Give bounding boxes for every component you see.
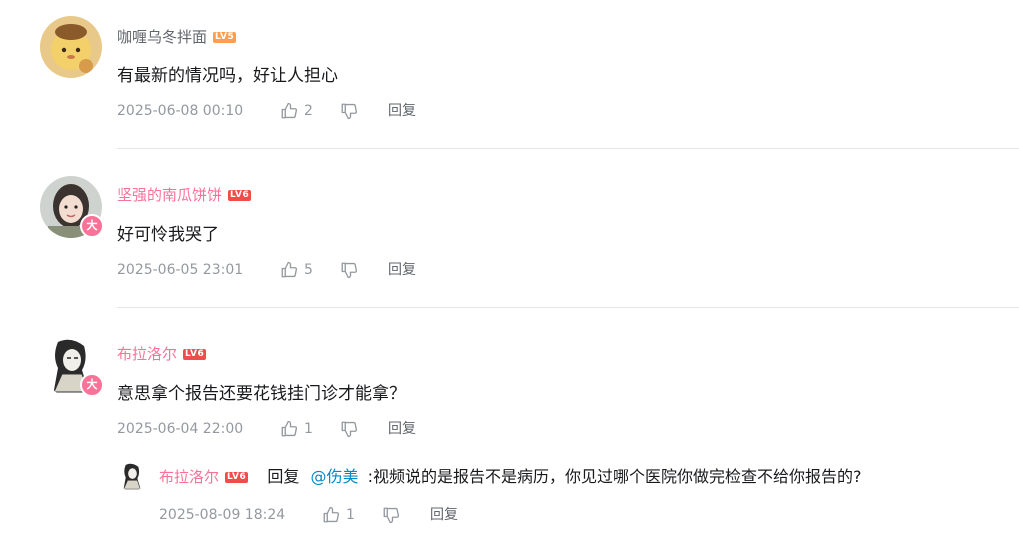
comment-content: 好可怜我哭了 [117,225,219,245]
like-button[interactable]: 1 [322,505,382,525]
avatar[interactable] [117,461,147,491]
like-icon [323,506,340,523]
vip-badge: 大 [80,373,104,397]
comment-meta: 2025-06-08 00:10 2 回复 [117,101,416,121]
reply-word: 回复 [267,467,300,486]
comment-time: 2025-06-05 23:01 [117,262,244,278]
dislike-icon [341,262,358,279]
dislike-icon [341,421,358,438]
reply-button[interactable]: 回复 [388,101,416,121]
comment-time: 2025-06-04 22:00 [117,421,244,437]
like-icon [281,420,298,437]
reply-button[interactable]: 回复 [388,260,416,280]
username-text[interactable]: 咖喱乌冬拌面 [117,28,207,46]
level-badge: LV5 [213,32,237,43]
username[interactable]: 坚强的南瓜饼饼 LV6 [117,185,252,205]
like-icon [281,261,298,278]
dislike-button[interactable] [340,261,388,279]
like-icon [281,102,298,119]
like-button[interactable]: 1 [280,419,340,439]
vip-badge: 大 [80,214,104,238]
level-badge: LV6 [183,349,207,360]
comment-content: 有最新的情况吗，好让人担心 [117,66,338,86]
mention-link[interactable]: @伤美 [310,467,358,486]
level-badge: LV6 [228,190,252,201]
comment-time: 2025-08-09 18:24 [159,507,286,523]
reply-button[interactable]: 回复 [388,419,416,439]
username-text[interactable]: 布拉洛尔 [117,345,177,363]
like-count: 1 [346,507,355,523]
like-count: 5 [304,262,313,278]
username[interactable]: 布拉洛尔 [159,468,219,486]
divider [117,307,1019,308]
username[interactable]: 布拉洛尔 LV6 [117,344,207,364]
divider [117,148,1019,149]
comment-meta: 2025-08-09 18:24 1 回复 [159,505,458,525]
like-button[interactable]: 5 [280,260,340,280]
like-button[interactable]: 2 [280,101,340,121]
comment-meta: 2025-06-04 22:00 1 回复 [117,419,416,439]
dislike-button[interactable] [340,102,388,120]
comment-content: 意思拿个报告还要花钱挂门诊才能拿？ [117,384,406,404]
comment-meta: 2025-06-05 23:01 5 回复 [117,260,416,280]
like-count: 1 [304,421,313,437]
username[interactable]: 咖喱乌冬拌面 LV5 [117,27,237,47]
dislike-icon [383,507,400,524]
reply-button[interactable]: 回复 [430,505,458,525]
like-count: 2 [304,103,313,119]
dislike-button[interactable] [340,420,388,438]
avatar[interactable] [40,16,102,78]
dislike-icon [341,103,358,120]
sub-reply-content: :视频说的是报告不是病历，你见过哪个医院你做完检查不给你报告的? [367,467,862,486]
level-badge: LV6 [225,472,249,483]
dislike-button[interactable] [382,506,430,524]
comment-time: 2025-06-08 00:10 [117,103,244,119]
sub-reply-line: 布拉洛尔 LV6 回复 @伤美 :视频说的是报告不是病历，你见过哪个医院你做完检查… [159,466,861,488]
username-text[interactable]: 坚强的南瓜饼饼 [117,186,222,204]
